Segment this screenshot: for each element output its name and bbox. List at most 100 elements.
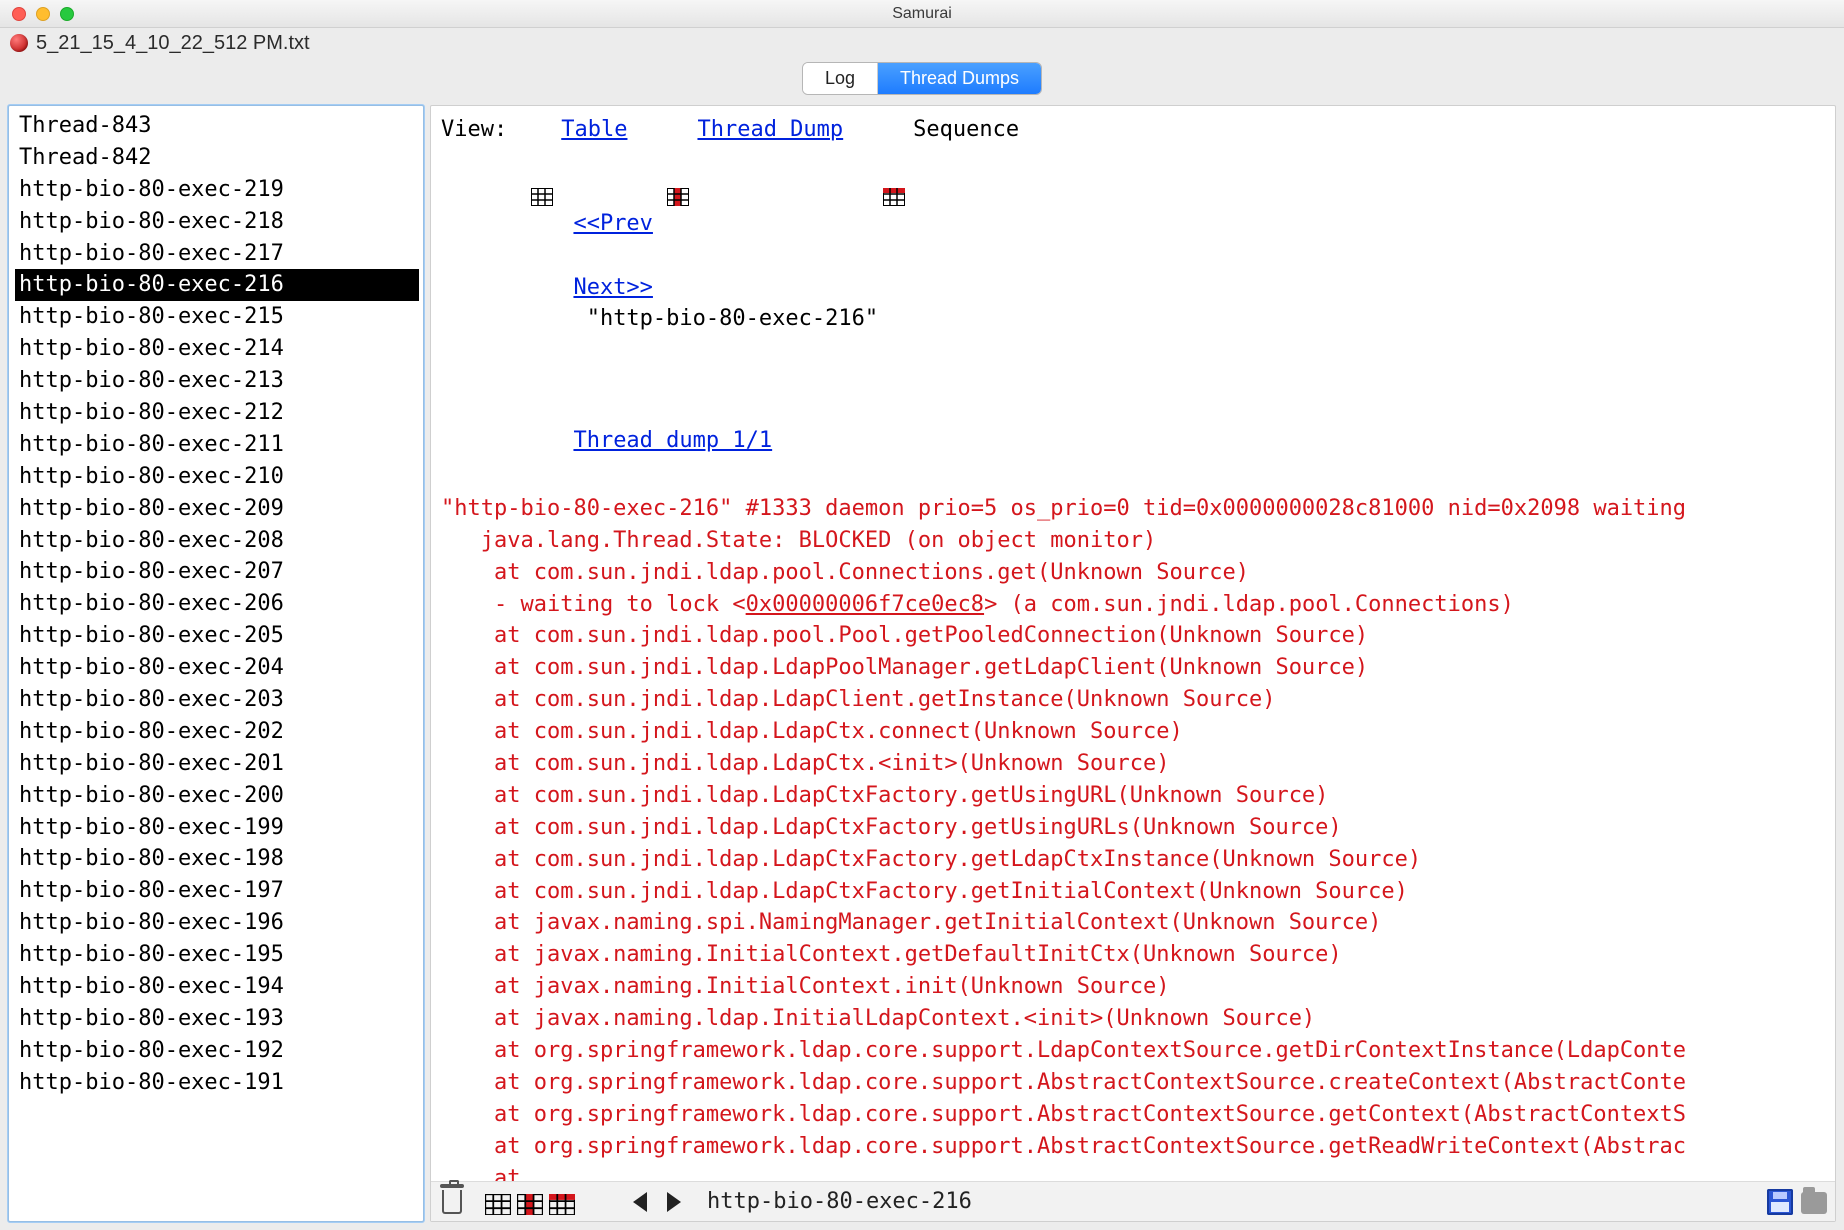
stack-lock-line: - waiting to lock <0x00000006f7ce0ec8> (… xyxy=(441,589,1827,621)
save-button[interactable] xyxy=(1767,1189,1793,1215)
thread-list-item[interactable]: http-bio-80-exec-194 xyxy=(15,971,419,1003)
stack-line: at xyxy=(441,1163,1827,1181)
app-window: Samurai 5_21_15_4_10_22_512 PM.txt Log T… xyxy=(0,0,1844,1230)
thread-list-item[interactable]: http-bio-80-exec-191 xyxy=(15,1067,419,1099)
toolbar-current-thread: http-bio-80-exec-216 xyxy=(707,1189,972,1214)
thread-list-item[interactable]: http-bio-80-exec-192 xyxy=(15,1035,419,1067)
thread-list-item[interactable]: http-bio-80-exec-199 xyxy=(15,812,419,844)
close-window-button[interactable] xyxy=(12,7,26,21)
thread-list-item[interactable]: http-bio-80-exec-205 xyxy=(15,620,419,652)
delete-button[interactable] xyxy=(439,1189,465,1215)
thread-list-item[interactable]: http-bio-80-exec-214 xyxy=(15,333,419,365)
thread-detail-pane: View: Table Thread Dump Sequence xyxy=(430,105,1836,1222)
thread-list-item[interactable]: http-bio-80-exec-204 xyxy=(15,652,419,684)
thread-list-item[interactable]: Thread-842 xyxy=(15,142,419,174)
stack-line: at javax.naming.spi.NamingManager.getIni… xyxy=(441,907,1827,939)
thread-dump-icon xyxy=(667,124,689,142)
folder-icon xyxy=(1801,1192,1827,1214)
triangle-right-icon xyxy=(667,1192,681,1212)
view-mode-buttons xyxy=(485,1189,577,1215)
floppy-icon xyxy=(1767,1189,1793,1215)
table-icon xyxy=(531,124,553,142)
document-bar: 5_21_15_4_10_22_512 PM.txt xyxy=(0,28,1844,58)
thread-list-item[interactable]: http-bio-80-exec-203 xyxy=(15,684,419,716)
thread-list-item[interactable]: http-bio-80-exec-200 xyxy=(15,780,419,812)
open-folder-button[interactable] xyxy=(1801,1189,1827,1215)
thread-list-item[interactable]: http-bio-80-exec-195 xyxy=(15,939,419,971)
view-table-link[interactable]: Table xyxy=(561,114,627,146)
view-sequence-label: Sequence xyxy=(913,114,1019,146)
stack-line: at org.springframework.ldap.core.support… xyxy=(441,1035,1827,1067)
recording-icon xyxy=(10,34,28,52)
current-thread-quoted: "http-bio-80-exec-216" xyxy=(573,306,878,331)
view-label: View: xyxy=(441,114,507,146)
thread-list-item[interactable]: http-bio-80-exec-210 xyxy=(15,461,419,493)
stack-line: at com.sun.jndi.ldap.LdapCtxFactory.getU… xyxy=(441,812,1827,844)
stack-line: at com.sun.jndi.ldap.LdapCtx.connect(Unk… xyxy=(441,716,1827,748)
thread-list-item[interactable]: http-bio-80-exec-202 xyxy=(15,716,419,748)
thread-list-item[interactable]: http-bio-80-exec-215 xyxy=(15,301,419,333)
thread-list-item[interactable]: http-bio-80-exec-208 xyxy=(15,525,419,557)
thread-list-item[interactable]: http-bio-80-exec-206 xyxy=(15,588,419,620)
nav-line: <<Prev Next>> "http-bio-80-exec-216" xyxy=(441,176,1827,367)
detail-toolbar: http-bio-80-exec-216 xyxy=(431,1181,1835,1221)
stack-line: at com.sun.jndi.ldap.LdapCtxFactory.getL… xyxy=(441,844,1827,876)
stack-line: at org.springframework.ldap.core.support… xyxy=(441,1099,1827,1131)
thread-list-item[interactable]: http-bio-80-exec-197 xyxy=(15,875,419,907)
tabs-row: Log Thread Dumps xyxy=(0,58,1844,99)
thread-list-item[interactable]: http-bio-80-exec-211 xyxy=(15,429,419,461)
thread-list-pane: Thread-843Thread-842http-bio-80-exec-219… xyxy=(8,105,424,1222)
view-tabs: Log Thread Dumps xyxy=(802,62,1042,95)
thread-list-item[interactable]: http-bio-80-exec-212 xyxy=(15,397,419,429)
thread-dump-index-link[interactable]: Thread dump 1/1 xyxy=(573,428,772,453)
window-title: Samurai xyxy=(892,5,952,23)
view-controls: View: Table Thread Dump Sequence xyxy=(441,114,1827,146)
trash-icon xyxy=(442,1190,462,1214)
next-link[interactable]: Next>> xyxy=(573,275,652,300)
stack-line: at com.sun.jndi.ldap.LdapClient.getInsta… xyxy=(441,684,1827,716)
thread-list-item[interactable]: http-bio-80-exec-207 xyxy=(15,556,419,588)
thread-detail-scroll[interactable]: View: Table Thread Dump Sequence xyxy=(431,106,1835,1181)
tab-log[interactable]: Log xyxy=(803,63,878,94)
thread-list-item[interactable]: http-bio-80-exec-219 xyxy=(15,174,419,206)
thread-list-item[interactable]: Thread-843 xyxy=(15,110,419,142)
thread-list-item[interactable]: http-bio-80-exec-201 xyxy=(15,748,419,780)
stack-line: at org.springframework.ldap.core.support… xyxy=(441,1131,1827,1163)
toolbar-sequence-button[interactable] xyxy=(549,1192,575,1218)
stack-line: at com.sun.jndi.ldap.LdapCtxFactory.getU… xyxy=(441,780,1827,812)
thread-list-item[interactable]: http-bio-80-exec-216 xyxy=(15,269,419,301)
stack-line: at com.sun.jndi.ldap.LdapCtx.<init>(Unkn… xyxy=(441,748,1827,780)
zoom-window-button[interactable] xyxy=(60,7,74,21)
titlebar: Samurai xyxy=(0,0,1844,28)
thread-list-item[interactable]: http-bio-80-exec-209 xyxy=(15,493,419,525)
document-name: 5_21_15_4_10_22_512 PM.txt xyxy=(36,32,310,55)
stack-line: at javax.naming.InitialContext.getDefaul… xyxy=(441,939,1827,971)
minimize-window-button[interactable] xyxy=(36,7,50,21)
thread-list[interactable]: Thread-843Thread-842http-bio-80-exec-219… xyxy=(9,106,423,1221)
next-thread-button[interactable] xyxy=(661,1189,687,1215)
triangle-left-icon xyxy=(633,1192,647,1212)
stack-line: at org.springframework.ldap.core.support… xyxy=(441,1067,1827,1099)
stack-line: at com.sun.jndi.ldap.pool.Pool.getPooled… xyxy=(441,620,1827,652)
stack-line: at com.sun.jndi.ldap.pool.Connections.ge… xyxy=(441,557,1827,589)
stack-header: "http-bio-80-exec-216" #1333 daemon prio… xyxy=(441,493,1827,525)
view-thread-dump-link[interactable]: Thread Dump xyxy=(697,114,843,146)
stack-trace: at com.sun.jndi.ldap.pool.Pool.getPooled… xyxy=(441,620,1827,1181)
sequence-icon xyxy=(883,124,905,142)
toolbar-table-button[interactable] xyxy=(485,1192,511,1218)
thread-list-item[interactable]: http-bio-80-exec-196 xyxy=(15,907,419,939)
content-area: Thread-843Thread-842http-bio-80-exec-219… xyxy=(0,99,1844,1230)
stack-line: at javax.naming.ldap.InitialLdapContext.… xyxy=(441,1003,1827,1035)
prev-link[interactable]: <<Prev xyxy=(573,211,652,236)
stack-state: java.lang.Thread.State: BLOCKED (on obje… xyxy=(441,525,1827,557)
tab-thread-dumps[interactable]: Thread Dumps xyxy=(878,63,1041,94)
thread-list-item[interactable]: http-bio-80-exec-217 xyxy=(15,238,419,270)
stack-line: at com.sun.jndi.ldap.LdapPoolManager.get… xyxy=(441,652,1827,684)
thread-list-item[interactable]: http-bio-80-exec-198 xyxy=(15,843,419,875)
lock-ref[interactable]: 0x00000006f7ce0ec8 xyxy=(746,592,984,617)
prev-thread-button[interactable] xyxy=(627,1189,653,1215)
thread-list-item[interactable]: http-bio-80-exec-218 xyxy=(15,206,419,238)
thread-list-item[interactable]: http-bio-80-exec-193 xyxy=(15,1003,419,1035)
thread-list-item[interactable]: http-bio-80-exec-213 xyxy=(15,365,419,397)
toolbar-threaddump-button[interactable] xyxy=(517,1192,543,1218)
